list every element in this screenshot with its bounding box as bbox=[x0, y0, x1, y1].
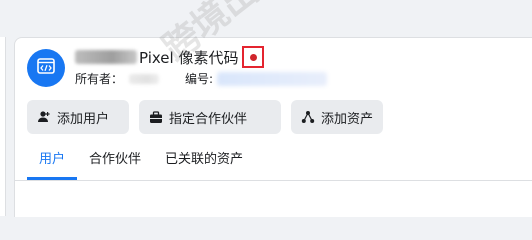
left-panel-edge bbox=[0, 37, 6, 216]
assign-partner-label: 指定合作伙伴 bbox=[169, 111, 248, 127]
id-label: 编号: bbox=[185, 72, 214, 86]
status-dot-icon bbox=[249, 53, 257, 61]
redacted-name bbox=[75, 50, 137, 64]
tab-partners[interactable]: 合作伙伴 bbox=[77, 144, 153, 180]
tab-users-label: 用户 bbox=[39, 152, 66, 167]
status-highlight bbox=[242, 46, 265, 68]
briefcase-icon bbox=[150, 110, 162, 123]
add-person-icon bbox=[38, 111, 50, 122]
partial-content bbox=[333, 208, 363, 218]
asset-icon bbox=[301, 111, 315, 123]
pixel-meta-row: 所有者： 编号: bbox=[75, 70, 328, 87]
redacted-id bbox=[217, 71, 328, 86]
tab-divider bbox=[15, 180, 532, 181]
add-asset-button[interactable]: 添加资产 bbox=[291, 100, 383, 134]
pixel-avatar bbox=[27, 49, 65, 87]
redacted-owner bbox=[129, 73, 160, 84]
tab-linked-assets[interactable]: 已关联的资产 bbox=[153, 144, 255, 180]
page-title: Pixel 像素代码 bbox=[139, 48, 239, 67]
pixel-title-row: Pixel 像素代码 bbox=[75, 46, 265, 68]
tab-linked-assets-label: 已关联的资产 bbox=[165, 152, 244, 167]
add-user-label: 添加用户 bbox=[57, 111, 110, 127]
owner-label: 所有者： bbox=[75, 72, 124, 86]
add-asset-label: 添加资产 bbox=[320, 111, 373, 127]
pixel-detail-card: Pixel 像素代码 所有者： 编号: 添加用户 指定合作伙伴 添加资产 用户 … bbox=[14, 37, 532, 217]
tab-users[interactable]: 用户 bbox=[27, 144, 78, 180]
tab-bar: 用户 合作伙伴 已关联的资产 bbox=[27, 144, 255, 180]
assign-partner-button[interactable]: 指定合作伙伴 bbox=[139, 100, 281, 134]
code-icon bbox=[37, 58, 55, 78]
tab-partners-label: 合作伙伴 bbox=[89, 152, 142, 167]
add-user-button[interactable]: 添加用户 bbox=[27, 100, 129, 134]
